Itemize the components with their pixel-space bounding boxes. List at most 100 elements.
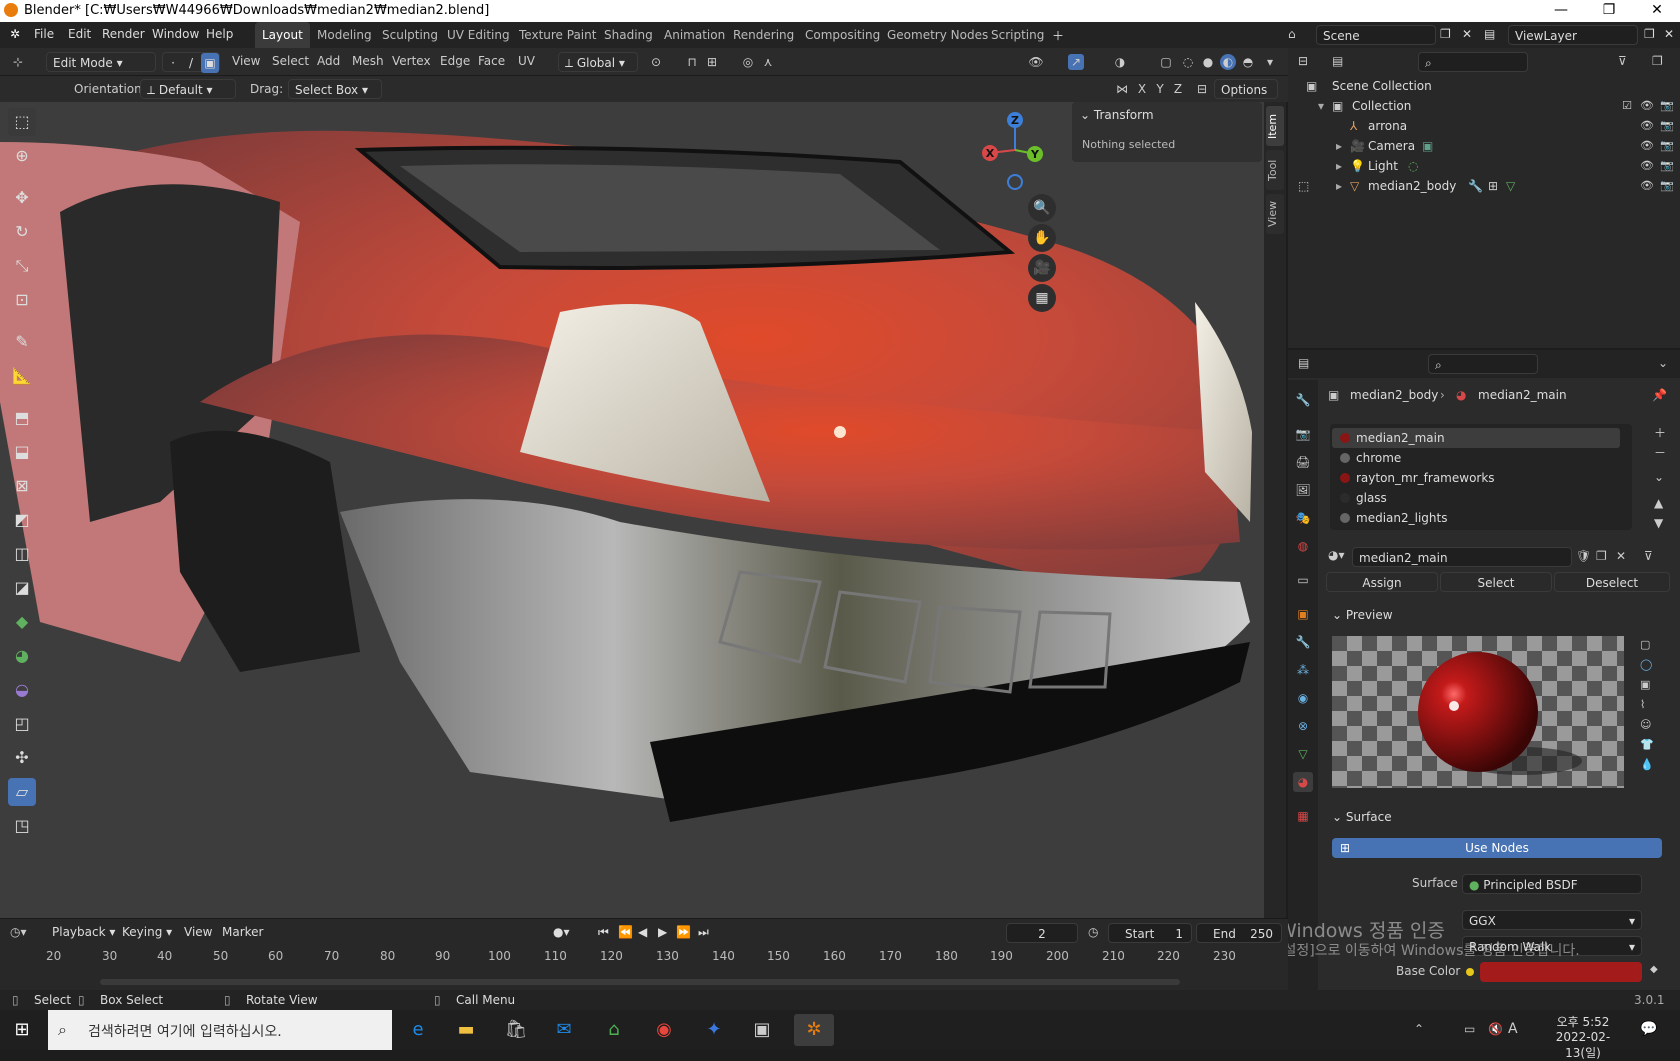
wireframe-shading-icon[interactable]: ◌ bbox=[1180, 54, 1196, 70]
extrude-tool-icon[interactable]: ⬓ bbox=[8, 438, 36, 466]
timeline-scrollbar[interactable] bbox=[100, 979, 1180, 985]
options-dropdown[interactable]: Options ▾ bbox=[1214, 79, 1278, 117]
scale-tool-icon[interactable]: ⤡ bbox=[8, 252, 36, 280]
shear-tool-icon[interactable]: ▱ bbox=[8, 778, 36, 806]
ime-indicator[interactable]: A bbox=[1508, 1021, 1518, 1037]
filter-icon[interactable]: ⊽ bbox=[1618, 54, 1627, 68]
scene-tab-icon[interactable]: 🎭 bbox=[1293, 508, 1313, 528]
outliner-item-median2-body[interactable]: ⬚ ▸ ▽ median2_body 🔧 ⊞ ▽ 👁 📷 bbox=[1288, 176, 1680, 196]
properties-search-input[interactable]: ⌕ bbox=[1428, 354, 1538, 374]
select-button[interactable]: Select bbox=[1440, 572, 1552, 592]
render-camera-icon[interactable]: 📷 bbox=[1660, 179, 1674, 193]
scene-selector[interactable]: Scene bbox=[1316, 25, 1436, 45]
play-reverse-icon[interactable]: ◀ bbox=[638, 925, 647, 939]
surface-panel-header[interactable]: ⌄ Surface bbox=[1332, 810, 1392, 824]
snap-icon[interactable]: ⊓ bbox=[684, 54, 700, 70]
scene-collection-row[interactable]: ▣ Scene Collection bbox=[1288, 76, 1680, 96]
pivot-point-icon[interactable]: ⊙ bbox=[648, 54, 664, 70]
chrome-icon[interactable]: ◉ bbox=[648, 1014, 680, 1046]
store-icon[interactable]: 🛍 bbox=[500, 1014, 532, 1046]
object-tab-icon[interactable]: ▣ bbox=[1293, 604, 1313, 624]
app-window-icon[interactable]: ▣ bbox=[746, 1014, 778, 1046]
material-browse-icon[interactable]: ◕▾ bbox=[1328, 548, 1345, 562]
modifier-tab-icon[interactable]: 🔧 bbox=[1293, 632, 1313, 652]
expand-arrow-icon[interactable]: ▸ bbox=[1336, 176, 1342, 196]
loop-cut-tool-icon[interactable]: ◫ bbox=[8, 540, 36, 568]
edge-select-icon[interactable]: / bbox=[183, 53, 199, 73]
preview-panel-header[interactable]: ⌄ Preview bbox=[1332, 608, 1393, 622]
tray-overflow-icon[interactable]: ⌃ bbox=[1414, 1022, 1424, 1036]
snap-target-icon[interactable]: ⊞ bbox=[704, 54, 720, 70]
surface-shader-field[interactable]: ● Principled BSDF bbox=[1462, 874, 1642, 894]
material-shading-icon[interactable]: ◐ bbox=[1220, 54, 1236, 70]
navigation-gizmo[interactable]: Z X Y bbox=[975, 108, 1055, 198]
add-slot-icon[interactable]: ＋ bbox=[1654, 424, 1666, 441]
base-color-swatch[interactable] bbox=[1480, 962, 1642, 982]
outliner-item-light[interactable]: ▸ 💡 Light ◌ 👁 📷 bbox=[1288, 156, 1680, 176]
view-layer-tab-icon[interactable]: 🖼 bbox=[1293, 480, 1313, 500]
maps-icon[interactable]: ⌂ bbox=[598, 1014, 630, 1046]
visibility-eye-icon[interactable]: 👁 bbox=[1640, 179, 1654, 193]
exclude-checkbox[interactable]: ☑ bbox=[1620, 99, 1634, 113]
header-menu-edge[interactable]: Edge bbox=[440, 54, 470, 68]
deselect-button[interactable]: Deselect bbox=[1554, 572, 1670, 592]
scene-close-icon[interactable]: ✕ bbox=[1462, 27, 1472, 41]
overlay-icon[interactable]: ◑ bbox=[1112, 54, 1128, 70]
render-tab-icon[interactable]: 📷 bbox=[1293, 424, 1313, 444]
collection-tab-icon[interactable]: ▭ bbox=[1293, 570, 1313, 590]
select-mode-toggle[interactable]: · / ▣ bbox=[162, 52, 220, 73]
expand-arrow-icon[interactable]: ▸ bbox=[1336, 156, 1342, 176]
axis-y-toggle[interactable]: Y bbox=[1152, 81, 1168, 97]
preview-sphere-icon[interactable]: ◯ bbox=[1640, 658, 1652, 671]
use-nodes-button[interactable]: ⊞ Use Nodes bbox=[1332, 838, 1662, 858]
measure-tool-icon[interactable]: 📐 bbox=[8, 362, 36, 390]
expand-arrow-icon[interactable]: ▸ bbox=[1336, 136, 1342, 156]
camera-view-icon[interactable]: 🎥 bbox=[1028, 254, 1056, 282]
properties-options-icon[interactable]: ⌄ bbox=[1658, 356, 1668, 370]
preview-cloth-icon[interactable]: 👕 bbox=[1640, 738, 1654, 751]
timeline-editor-icon[interactable]: ◷▾ bbox=[10, 925, 27, 939]
browse-nodes-icon[interactable]: ⊽ bbox=[1644, 549, 1653, 563]
record-keyframe-icon[interactable]: ●▾ bbox=[553, 925, 570, 939]
axis-z-toggle[interactable]: Z bbox=[1170, 81, 1186, 97]
material-slot-item[interactable]: rayton_mr_frameworks bbox=[1334, 468, 1620, 488]
rotate-tool-icon[interactable]: ↻ bbox=[8, 218, 36, 246]
axis-x-toggle[interactable]: X bbox=[1134, 81, 1150, 97]
spin-tool-icon[interactable]: ◕ bbox=[8, 642, 36, 670]
edit-mode-icon[interactable]: ⬚ bbox=[1298, 176, 1309, 196]
end-frame-field[interactable]: End 250 bbox=[1196, 923, 1282, 943]
blender-taskbar-icon[interactable]: ✲ bbox=[794, 1014, 834, 1046]
base-color-socket-icon[interactable] bbox=[1466, 968, 1474, 976]
outliner-item-arrona[interactable]: ⅄ arrona 👁 📷 bbox=[1288, 116, 1680, 136]
rip-tool-icon[interactable]: ◳ bbox=[8, 812, 36, 840]
material-slot-item[interactable]: glass bbox=[1334, 488, 1620, 508]
timeline-menu-marker[interactable]: Marker bbox=[222, 925, 263, 939]
menu-render[interactable]: Render bbox=[102, 27, 145, 41]
knife-tool-icon[interactable]: ◪ bbox=[8, 574, 36, 602]
outliner-search-input[interactable]: ⌕ bbox=[1418, 52, 1528, 72]
tab-modeling[interactable]: Modeling bbox=[310, 22, 379, 48]
mode-selector[interactable]: Edit Mode ▾ bbox=[46, 52, 156, 72]
move-up-icon[interactable]: ▲ bbox=[1654, 496, 1663, 510]
xray-icon[interactable]: ▢ bbox=[1158, 54, 1174, 70]
proportional-falloff-icon[interactable]: ⋏ bbox=[760, 54, 776, 70]
shrink-fatten-tool-icon[interactable]: ✣ bbox=[8, 744, 36, 772]
ortho-grid-icon[interactable]: ▦ bbox=[1028, 284, 1056, 312]
visibility-eye-icon[interactable]: 👁 bbox=[1640, 119, 1654, 133]
timeline-menu-view[interactable]: View bbox=[184, 925, 212, 939]
close-button[interactable]: ✕ bbox=[1634, 0, 1680, 22]
modifier-wrench-icon[interactable]: 🔧 bbox=[1468, 176, 1483, 196]
editor-type-icon[interactable]: ⊹ bbox=[10, 54, 26, 70]
slot-menu-icon[interactable]: ⌄ bbox=[1654, 470, 1664, 484]
scene-new-icon[interactable]: ❐ bbox=[1440, 27, 1451, 41]
add-cube-tool-icon[interactable]: ⬒ bbox=[8, 404, 36, 432]
render-camera-icon[interactable]: 📷 bbox=[1660, 139, 1674, 153]
edge-slide-tool-icon[interactable]: ◰ bbox=[8, 710, 36, 738]
data-tab-icon[interactable]: ▽ bbox=[1293, 744, 1313, 764]
duplicate-material-icon[interactable]: ❐ bbox=[1596, 549, 1607, 563]
view-layer-close-icon[interactable]: ✕ bbox=[1664, 27, 1674, 41]
visibility-icon[interactable]: 👁 bbox=[1028, 54, 1044, 70]
constraints-tab-icon[interactable]: ⊗ bbox=[1293, 716, 1313, 736]
material-tab-icon[interactable]: ◕ bbox=[1293, 772, 1313, 792]
proportional-edit-icon[interactable]: ◎ bbox=[740, 54, 756, 70]
